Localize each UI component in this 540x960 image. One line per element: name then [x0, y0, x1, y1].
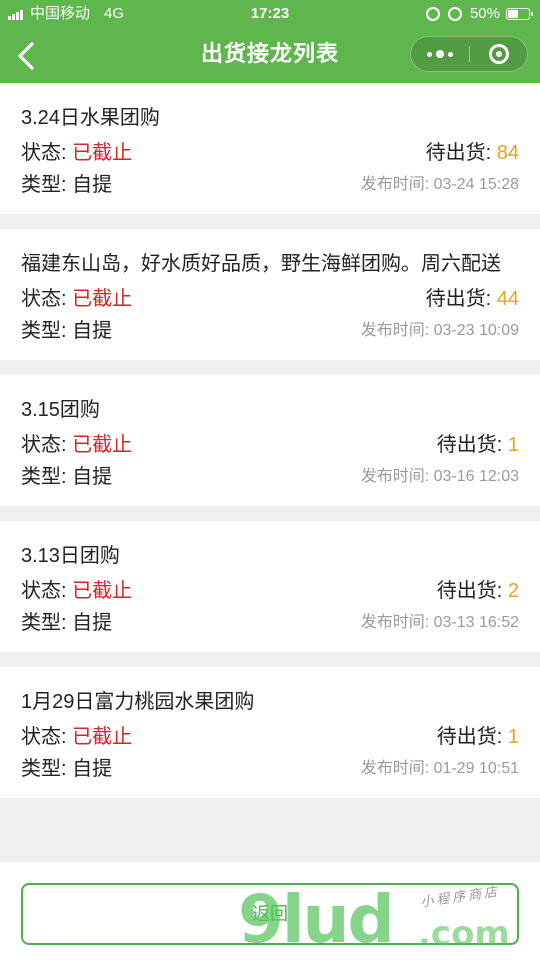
- type-label: 类型:: [21, 319, 67, 342]
- type-label: 类型:: [21, 757, 67, 780]
- publish-time-label: 发布时间:: [360, 468, 430, 485]
- status-label: 状态:: [21, 725, 67, 748]
- capsule-menu: [410, 36, 528, 72]
- type-value: 自提: [72, 319, 113, 342]
- type-value: 自提: [72, 173, 113, 196]
- status-value: 已截止: [72, 433, 133, 456]
- pending-count: 1: [507, 725, 519, 748]
- type-label: 类型:: [21, 173, 67, 196]
- type-label: 类型:: [21, 465, 67, 488]
- item-title: 3.24日水果团购: [21, 107, 160, 129]
- status-value: 已截止: [72, 141, 133, 164]
- pending-count: 84: [496, 141, 519, 164]
- nav-bar: 出货接龙列表: [0, 28, 540, 83]
- item-title: 1月29日富力桃园水果团购: [21, 691, 255, 713]
- pending-label: 待出货:: [425, 141, 492, 164]
- pending-count: 44: [496, 287, 519, 310]
- status-value: 已截止: [72, 579, 133, 602]
- status-label: 状态:: [21, 433, 67, 456]
- pending-label: 待出货:: [436, 725, 503, 748]
- status-label: 状态:: [21, 141, 67, 164]
- shipment-list: 3.24日水果团购 状态: 已截止 待出货: 84 类型: 自提 发布时间: 0…: [0, 83, 540, 813]
- more-dots-icon: [425, 50, 455, 58]
- pending-label: 待出货:: [436, 433, 503, 456]
- list-item[interactable]: 1月29日富力桃园水果团购 状态: 已截止 待出货: 1 类型: 自提 发布时间…: [0, 667, 540, 798]
- list-item[interactable]: 3.15团购 状态: 已截止 待出货: 1 类型: 自提 发布时间: 03-16…: [0, 375, 540, 506]
- publish-time-value: 03-23 10:09: [433, 322, 519, 339]
- type-label: 类型:: [21, 611, 67, 634]
- publish-time-label: 发布时间:: [360, 322, 430, 339]
- type-value: 自提: [72, 611, 113, 634]
- pending-count: 1: [507, 433, 519, 456]
- orientation-lock-icon: [425, 7, 440, 21]
- list-item[interactable]: 3.24日水果团购 状态: 已截止 待出货: 84 类型: 自提 发布时间: 0…: [0, 83, 540, 214]
- battery-percent: 50%: [469, 5, 500, 22]
- type-value: 自提: [72, 465, 113, 488]
- item-title: 3.13日团购: [21, 545, 120, 567]
- status-label: 状态:: [21, 287, 67, 310]
- status-bar: 中国移动 4G 17:23 50%: [0, 0, 540, 28]
- publish-time-label: 发布时间:: [360, 760, 430, 777]
- publish-time-label: 发布时间:: [360, 614, 430, 631]
- pending-count: 2: [507, 579, 519, 602]
- list-item[interactable]: 3.13日团购 状态: 已截止 待出货: 2 类型: 自提 发布时间: 03-1…: [0, 521, 540, 652]
- status-label: 状态:: [21, 579, 67, 602]
- status-value: 已截止: [72, 725, 133, 748]
- pending-label: 待出货:: [425, 287, 492, 310]
- item-title: 福建东山岛，好水质好品质，野生海鲜团购。周六配送: [21, 253, 501, 275]
- status-value: 已截止: [72, 287, 133, 310]
- pending-label: 待出货:: [436, 579, 503, 602]
- publish-time-label: 发布时间:: [360, 176, 430, 193]
- battery-icon: [506, 8, 533, 20]
- item-title: 3.15团购: [21, 399, 100, 421]
- return-button[interactable]: 返回: [21, 883, 519, 945]
- type-value: 自提: [72, 757, 113, 780]
- close-miniprogram-button[interactable]: [470, 37, 527, 71]
- publish-time-value: 03-24 15:28: [433, 176, 519, 193]
- target-circle-icon: [488, 44, 509, 64]
- bottom-bar: 返回: [0, 862, 540, 960]
- list-item[interactable]: 福建东山岛，好水质好品质，野生海鲜团购。周六配送 状态: 已截止 待出货: 44…: [0, 229, 540, 360]
- more-button[interactable]: [411, 37, 469, 71]
- publish-time-value: 03-16 12:03: [433, 468, 519, 485]
- publish-time-value: 01-29 10:51: [433, 760, 519, 777]
- alarm-icon: [447, 7, 462, 21]
- publish-time-value: 03-13 16:52: [433, 614, 519, 631]
